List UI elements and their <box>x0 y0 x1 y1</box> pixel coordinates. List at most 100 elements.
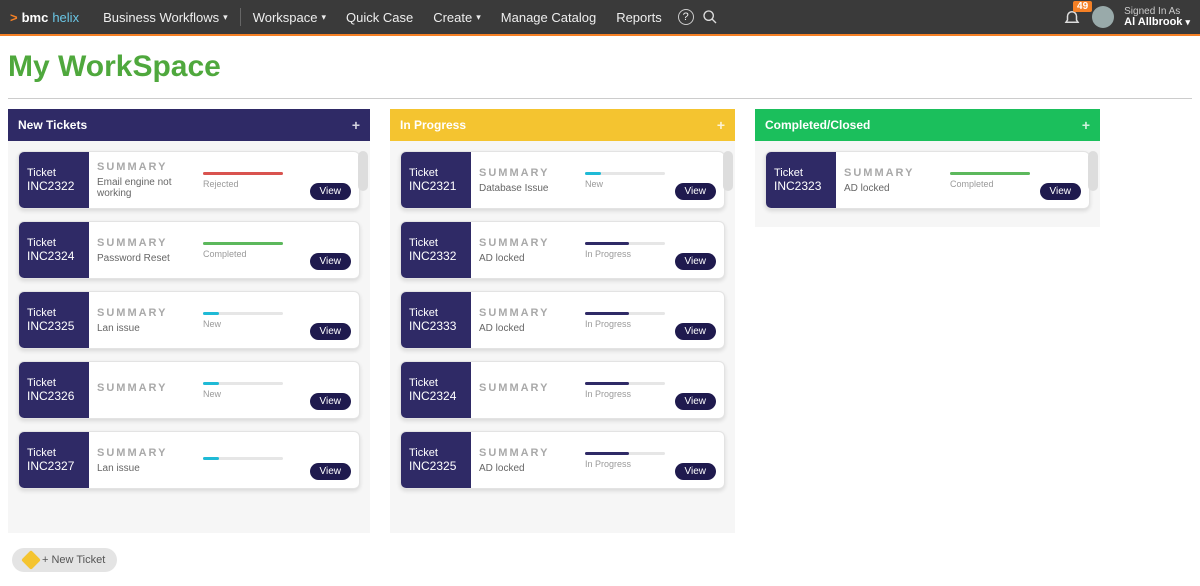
view-button[interactable]: View <box>675 463 717 480</box>
bottom-bar: + New Ticket <box>12 548 117 572</box>
chevron-down-icon: ▾ <box>1185 17 1190 27</box>
card-id-block: TicketINC2327 <box>19 432 89 488</box>
scrollbar[interactable] <box>358 151 368 191</box>
lane-body-progress[interactable]: TicketINC2321SUMMARYDatabase IssueNewVie… <box>390 141 735 533</box>
summary-label: SUMMARY <box>479 237 573 249</box>
scrollbar[interactable] <box>1088 151 1098 191</box>
ticket-label: Ticket <box>409 307 463 319</box>
card-id-block: TicketINC2324 <box>19 222 89 278</box>
nav-left: > bmc helix Business Workflows▾ Workspace… <box>10 7 720 27</box>
view-button[interactable]: View <box>310 253 352 270</box>
help-icon[interactable]: ? <box>676 7 696 27</box>
lane-add-icon[interactable]: + <box>1082 117 1090 133</box>
ticket-card[interactable]: TicketINC2333SUMMARYAD lockedIn Progress… <box>400 291 725 349</box>
ticket-label: Ticket <box>409 167 463 179</box>
ticket-id: INC2326 <box>27 389 81 403</box>
progress-fill <box>585 452 629 455</box>
view-button[interactable]: View <box>675 183 717 200</box>
card-id-block: TicketINC2324 <box>401 362 471 418</box>
avatar[interactable] <box>1092 6 1114 28</box>
view-button[interactable]: View <box>310 183 352 200</box>
ticket-id: INC2325 <box>27 319 81 333</box>
view-button[interactable]: View <box>1040 183 1082 200</box>
ticket-label: Ticket <box>27 237 81 249</box>
card-id-block: TicketINC2333 <box>401 292 471 348</box>
lane-done: Completed/Closed + TicketINC2323SUMMARYA… <box>755 109 1100 227</box>
lane-body-done[interactable]: TicketINC2323SUMMARYAD lockedCompletedVi… <box>755 141 1100 227</box>
progress-bar <box>585 172 665 175</box>
card-id-block: TicketINC2325 <box>19 292 89 348</box>
summary-text: Database Issue <box>479 183 573 194</box>
title-divider <box>8 98 1192 99</box>
brand-logo[interactable]: > bmc helix <box>10 10 79 25</box>
progress-bar <box>203 172 283 175</box>
brand-glyph-icon: > <box>10 10 18 25</box>
card-id-block: TicketINC2325 <box>401 432 471 488</box>
lane-progress: In Progress + TicketINC2321SUMMARYDataba… <box>390 109 735 533</box>
notifications-icon[interactable]: 49 <box>1062 7 1082 27</box>
card-status-block: In ProgressView <box>581 222 724 278</box>
nav-item-business-workflows[interactable]: Business Workflows▾ <box>93 10 238 25</box>
card-status-block: NewView <box>199 362 359 418</box>
ticket-card[interactable]: TicketINC2326SUMMARYNewView <box>18 361 360 419</box>
view-button[interactable]: View <box>310 393 352 410</box>
scrollbar[interactable] <box>723 151 733 191</box>
lane-title: Completed/Closed <box>765 118 870 132</box>
ticket-card[interactable]: TicketINC2322SUMMARYEmail engine not wor… <box>18 151 360 209</box>
card-status-block: RejectedView <box>199 152 359 208</box>
chevron-down-icon: ▾ <box>321 12 326 23</box>
nav-item-reports[interactable]: Reports <box>606 10 672 25</box>
card-summary-block: SUMMARYLan issue <box>89 432 199 488</box>
progress-bar <box>203 382 283 385</box>
nav-item-manage-catalog[interactable]: Manage Catalog <box>491 10 606 25</box>
signed-in-block[interactable]: Signed In As Al Allbrook ▾ <box>1124 6 1190 28</box>
ticket-card[interactable]: TicketINC2323SUMMARYAD lockedCompletedVi… <box>765 151 1090 209</box>
view-button[interactable]: View <box>310 463 352 480</box>
ticket-card[interactable]: TicketINC2327SUMMARYLan issue View <box>18 431 360 489</box>
card-summary-block: SUMMARYLan issue <box>89 292 199 348</box>
summary-label: SUMMARY <box>479 307 573 319</box>
new-ticket-button[interactable]: + New Ticket <box>12 548 117 572</box>
progress-bar <box>585 312 665 315</box>
nav-item-workspace[interactable]: Workspace▾ <box>243 10 336 25</box>
ticket-card[interactable]: TicketINC2324SUMMARYIn ProgressView <box>400 361 725 419</box>
summary-label: SUMMARY <box>97 161 191 173</box>
nav-item-quick-case[interactable]: Quick Case <box>336 10 423 25</box>
lane-add-icon[interactable]: + <box>717 117 725 133</box>
pin-icon <box>21 550 41 570</box>
view-button[interactable]: View <box>675 253 717 270</box>
nav-items: Business Workflows▾ Workspace▾ Quick Case C… <box>93 8 672 26</box>
ticket-card[interactable]: TicketINC2325SUMMARYAD lockedIn Progress… <box>400 431 725 489</box>
ticket-label: Ticket <box>409 377 463 389</box>
lane-title: In Progress <box>400 118 466 132</box>
summary-text: AD locked <box>479 323 573 334</box>
ticket-card[interactable]: TicketINC2332SUMMARYAD lockedIn Progress… <box>400 221 725 279</box>
new-ticket-label: + New Ticket <box>42 554 105 566</box>
card-id-block: TicketINC2332 <box>401 222 471 278</box>
view-button[interactable]: View <box>675 323 717 340</box>
view-button[interactable]: View <box>675 393 717 410</box>
search-icon[interactable] <box>700 7 720 27</box>
nav-item-label: Quick Case <box>346 10 413 25</box>
lane-body-new[interactable]: TicketINC2322SUMMARYEmail engine not wor… <box>8 141 370 533</box>
summary-label: SUMMARY <box>844 167 938 179</box>
summary-text: AD locked <box>844 183 938 194</box>
ticket-card[interactable]: TicketINC2324SUMMARYPassword ResetComple… <box>18 221 360 279</box>
view-button[interactable]: View <box>310 323 352 340</box>
chevron-down-icon: ▾ <box>476 12 481 23</box>
ticket-id: INC2332 <box>409 249 463 263</box>
progress-fill <box>203 312 219 315</box>
nav-item-create[interactable]: Create▾ <box>423 10 491 25</box>
ticket-card[interactable]: TicketINC2321SUMMARYDatabase IssueNewVie… <box>400 151 725 209</box>
summary-label: SUMMARY <box>479 447 573 459</box>
ticket-id: INC2323 <box>774 179 828 193</box>
progress-fill <box>585 382 629 385</box>
ticket-card[interactable]: TicketINC2325SUMMARYLan issueNewView <box>18 291 360 349</box>
ticket-label: Ticket <box>27 167 81 179</box>
progress-bar <box>585 382 665 385</box>
lane-add-icon[interactable]: + <box>352 117 360 133</box>
card-id-block: TicketINC2322 <box>19 152 89 208</box>
ticket-id: INC2321 <box>409 179 463 193</box>
page-title: My WorkSpace <box>0 36 1200 98</box>
summary-text: Lan issue <box>97 323 191 334</box>
